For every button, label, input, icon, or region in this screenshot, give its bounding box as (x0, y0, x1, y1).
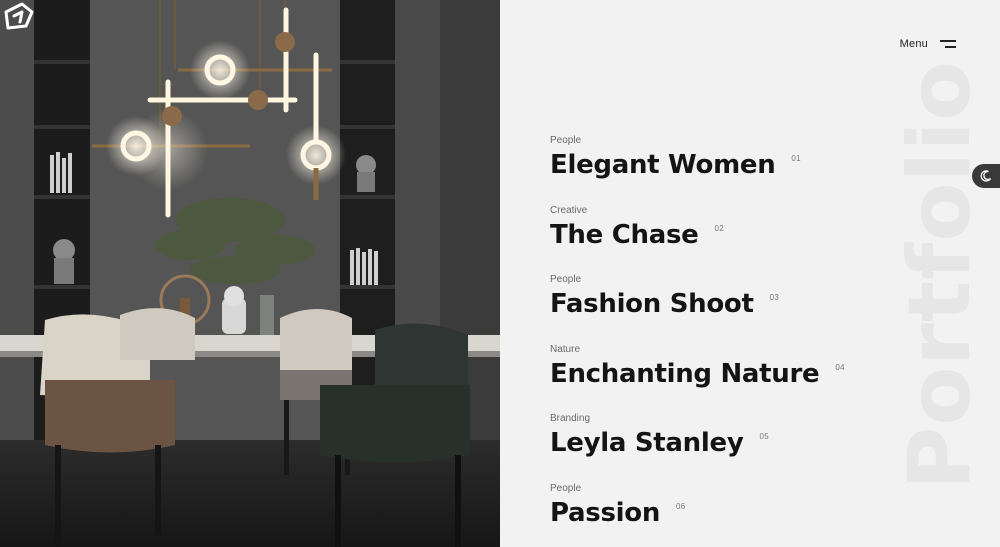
project-number: 02 (714, 223, 724, 233)
project-category: Nature (550, 343, 581, 355)
project-title: Enchanting Nature (550, 358, 820, 389)
project-number: 01 (791, 154, 801, 163)
project-number: 04 (835, 362, 845, 372)
hamburger-icon (940, 39, 956, 49)
menu-label: Menu (899, 38, 928, 50)
portfolio-watermark: Portfolio (890, 60, 990, 490)
project-title: Passion (550, 497, 661, 528)
project-title-link[interactable]: The Chase 02 (550, 218, 724, 252)
project-item[interactable]: People Fashion Shoot 03 (550, 273, 819, 343)
project-category: Branding (550, 413, 591, 424)
dining-room-illustration (0, 0, 500, 547)
project-item[interactable]: People Elegant Women 01 (550, 134, 819, 204)
project-title: Elegant Women (550, 150, 776, 180)
project-number: 03 (769, 293, 780, 302)
project-title: Leyla Stanley (550, 428, 744, 458)
project-item[interactable]: Creative The Chase 02 (550, 204, 819, 274)
moon-icon (980, 170, 992, 182)
project-item[interactable]: Branding Leyla Stanley 05 (550, 412, 819, 482)
project-category: People (550, 135, 582, 146)
project-list: People Elegant Women 01 Creative The Cha… (550, 134, 845, 547)
project-title: Fashion Shoot (550, 289, 754, 319)
project-title-link[interactable]: Passion 06 (550, 496, 685, 530)
hero-image (0, 0, 500, 547)
theme-toggle-button[interactable] (972, 164, 1000, 188)
menu-button[interactable]: Menu (900, 38, 956, 50)
project-item[interactable]: People Passion 06 (550, 482, 819, 547)
project-number: 06 (676, 501, 686, 511)
project-item[interactable]: Nature Enchanting Nature 04 (550, 343, 845, 413)
project-title-link[interactable]: Enchanting Nature 04 (550, 357, 845, 391)
project-number: 05 (759, 432, 769, 441)
logo-icon[interactable] (0, 0, 36, 32)
project-title: The Chase (550, 219, 699, 250)
project-title-link[interactable]: Fashion Shoot 03 (550, 287, 779, 321)
project-category: Creative (550, 204, 588, 216)
project-title-link[interactable]: Elegant Women 01 (550, 148, 801, 182)
project-title-link[interactable]: Leyla Stanley 05 (550, 426, 769, 460)
portfolio-panel: Portfolio Menu People Elegant Women 01 C… (500, 0, 1000, 547)
